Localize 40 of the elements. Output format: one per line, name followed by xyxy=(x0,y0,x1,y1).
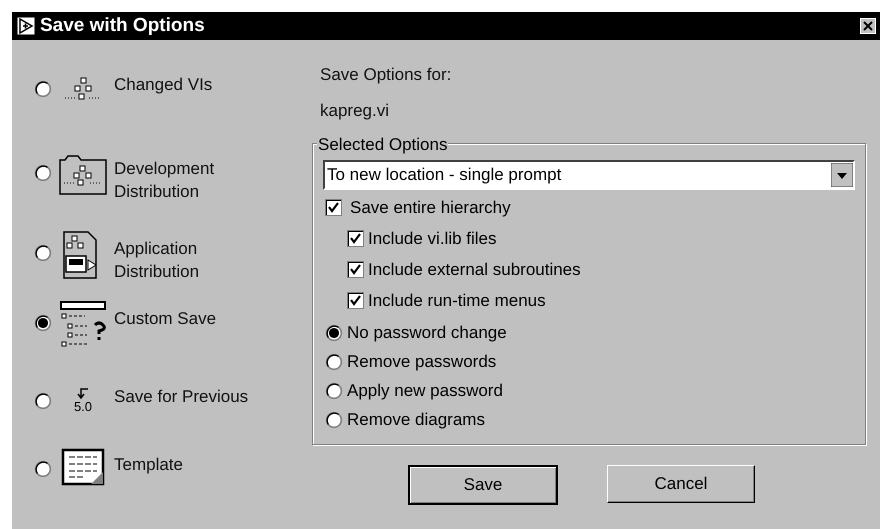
radio-button[interactable] xyxy=(34,392,52,410)
mode-label[interactable]: Template xyxy=(114,453,264,476)
radio-button[interactable] xyxy=(325,324,343,342)
checkbox[interactable] xyxy=(347,261,364,278)
checkbox-label[interactable]: Include run-time menus xyxy=(368,288,546,314)
checkbox[interactable] xyxy=(347,230,364,247)
radio-label[interactable]: No password change xyxy=(347,320,507,346)
mode-label[interactable]: Changed VIs xyxy=(114,73,264,96)
radio-button[interactable] xyxy=(325,410,343,428)
radio-button[interactable] xyxy=(325,382,343,400)
checkbox-label[interactable]: Include vi.lib files xyxy=(368,226,497,252)
cancel-button[interactable]: Cancel xyxy=(607,465,755,503)
file-name: kapreg.vi xyxy=(320,100,390,122)
return-arrow-icon xyxy=(76,386,90,400)
mode-label[interactable]: Custom Save xyxy=(114,307,264,330)
location-dropdown[interactable]: To new location - single prompt xyxy=(323,160,855,190)
checkbox[interactable] xyxy=(325,199,342,216)
radio-button[interactable] xyxy=(325,352,343,370)
checkbox-label[interactable]: Save entire hierarchy xyxy=(350,194,511,220)
mode-label[interactable]: Save for Previous xyxy=(114,385,264,408)
radio-label[interactable]: Apply new password xyxy=(347,378,503,404)
radio-button[interactable] xyxy=(34,80,52,98)
window-title: Save with Options xyxy=(40,14,205,38)
checkbox-label[interactable]: Include external subroutines xyxy=(368,256,581,282)
radio-label[interactable]: Remove diagrams xyxy=(347,406,485,432)
template-document-icon xyxy=(60,446,106,486)
app-icon xyxy=(16,16,36,36)
checkbox[interactable] xyxy=(347,292,364,309)
version-label: 5.0 xyxy=(74,400,92,414)
radio-button[interactable] xyxy=(34,244,52,262)
close-icon[interactable] xyxy=(860,18,876,34)
radio-button[interactable] xyxy=(34,164,52,182)
save-options-label: Save Options for: xyxy=(320,64,452,86)
mode-label[interactable]: Development Distribution xyxy=(114,157,264,203)
mode-label[interactable]: Application Distribution xyxy=(114,237,264,283)
radio-label[interactable]: Remove passwords xyxy=(347,348,496,374)
radio-button[interactable] xyxy=(34,460,52,478)
dropdown-arrow-icon[interactable] xyxy=(831,163,853,187)
radio-button[interactable] xyxy=(34,314,52,332)
save-button[interactable]: Save xyxy=(408,465,558,505)
